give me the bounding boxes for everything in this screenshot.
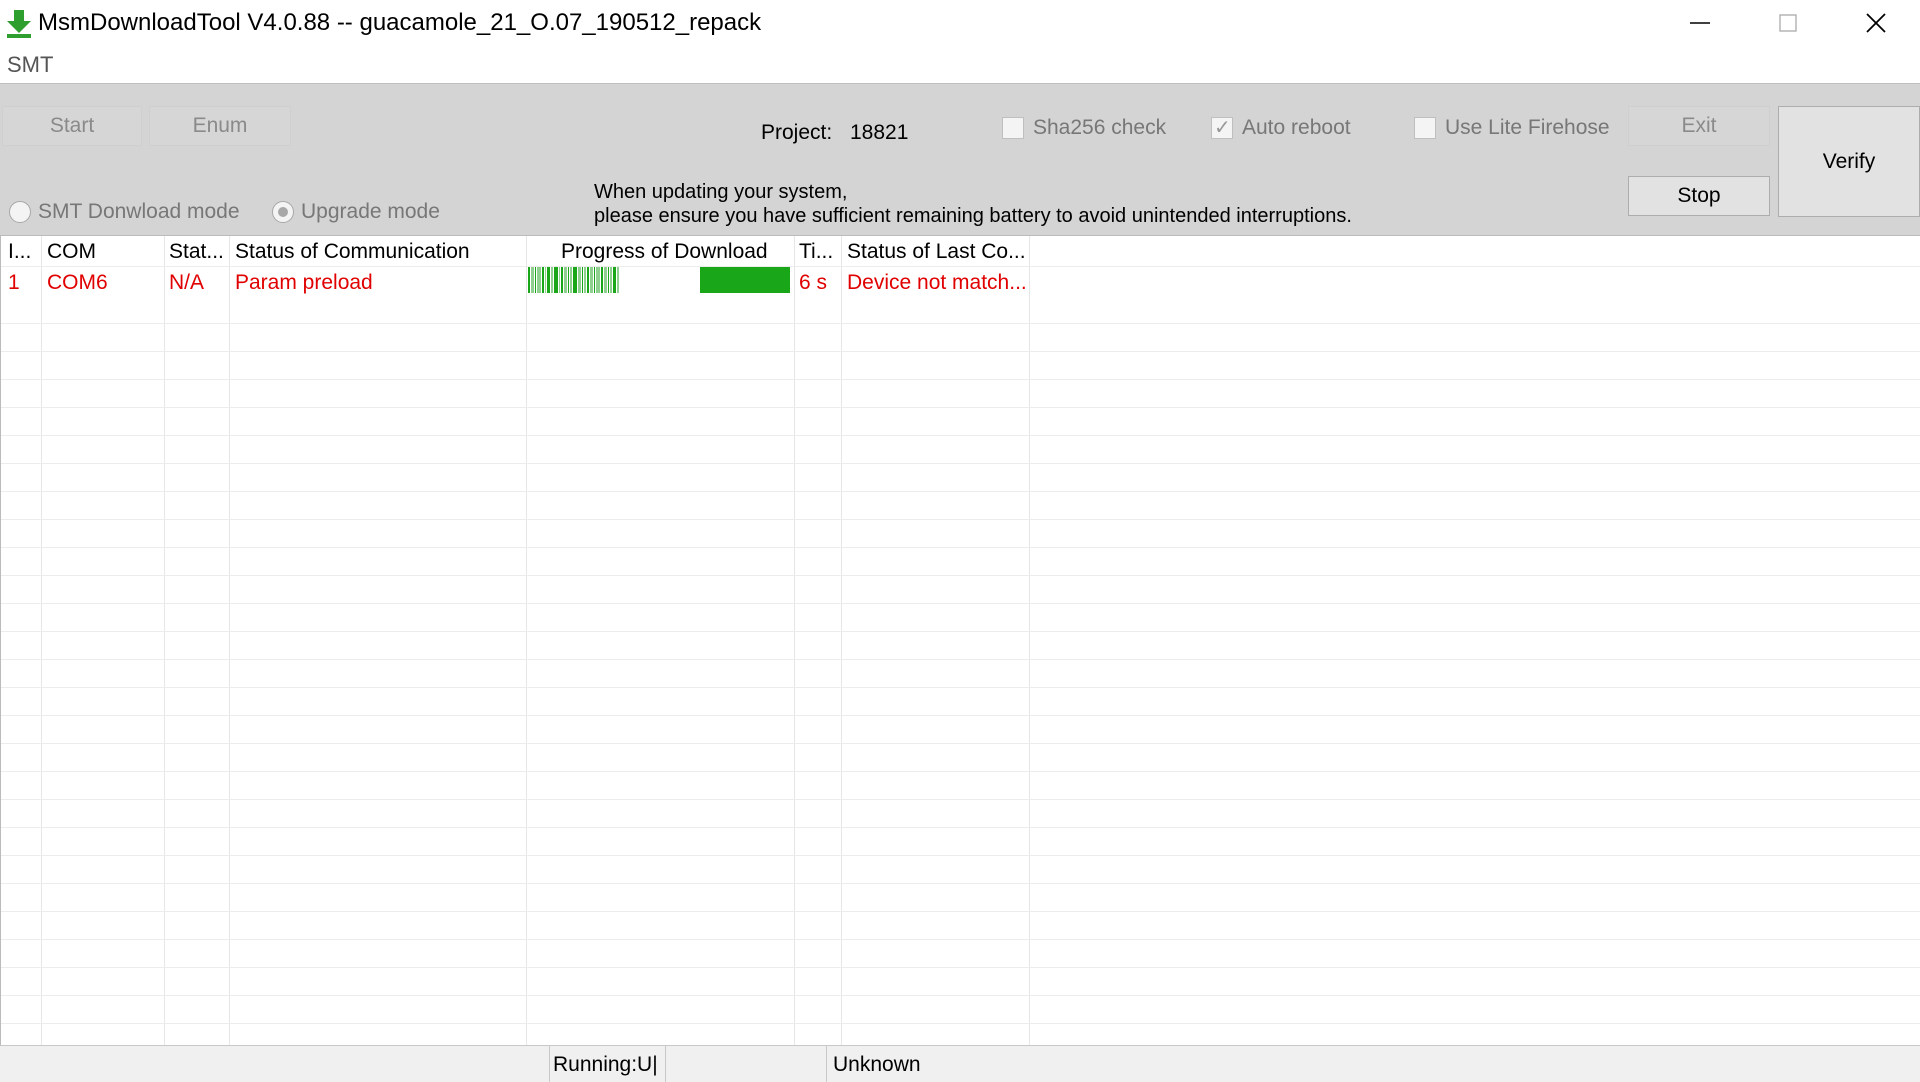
- download-arrow-icon: [7, 10, 31, 38]
- progress-stripe: [613, 267, 616, 293]
- col-header-stat[interactable]: Stat...: [169, 240, 224, 264]
- progress-stripe: [570, 267, 572, 293]
- smt-mode-radio-dot[interactable]: [9, 201, 31, 223]
- col-header-index[interactable]: I...: [8, 240, 31, 264]
- progress-stripe: [564, 267, 567, 293]
- progress-stripe: [547, 267, 550, 293]
- auto-reboot-label: Auto reboot: [1242, 116, 1351, 139]
- progress-stripe: [587, 267, 589, 293]
- lite-firehose-checkbox[interactable]: [1414, 117, 1436, 139]
- battery-notice: When updating your system, please ensure…: [594, 180, 1352, 228]
- smt-download-mode-radio[interactable]: SMT Donwload mode: [9, 200, 240, 224]
- project-value: 18821: [850, 121, 909, 144]
- row-1-stat: N/A: [169, 271, 205, 294]
- maximize-icon: [1779, 14, 1797, 32]
- progress-stripe: [559, 267, 560, 293]
- progress-stripe: [617, 267, 619, 293]
- progress-stripe: [545, 267, 546, 293]
- status-running: Running:U|: [553, 1053, 658, 1076]
- progress-stripe: [601, 267, 603, 293]
- notice-line-2: please ensure you have sufficient remain…: [594, 205, 1352, 227]
- status-state: Unknown: [833, 1053, 921, 1076]
- progress-stripe: [594, 267, 595, 293]
- upgrade-mode-radio[interactable]: Upgrade mode: [272, 200, 440, 224]
- close-button[interactable]: [1832, 0, 1920, 46]
- upgrade-mode-radio-dot[interactable]: [272, 201, 294, 223]
- minimize-icon: [1690, 22, 1710, 24]
- stop-button[interactable]: Stop: [1628, 176, 1770, 216]
- col-header-last-status[interactable]: Status of Last Co...: [847, 240, 1026, 264]
- row-1-time: 6 s: [799, 271, 828, 294]
- progress-stripe: [590, 267, 593, 293]
- window-title: MsmDownloadTool V4.0.88 -- guacamole_21_…: [38, 9, 762, 36]
- auto-reboot-checkbox[interactable]: [1211, 115, 1233, 140]
- menu-item-smt[interactable]: SMT: [7, 52, 53, 78]
- progress-stripe: [542, 267, 544, 293]
- progress-stripe: [535, 267, 536, 293]
- progress-stripe: [561, 267, 563, 293]
- row-1-communication: Param preload: [235, 271, 373, 294]
- verify-button[interactable]: Verify: [1778, 106, 1920, 217]
- title-bar: MsmDownloadTool V4.0.88 -- guacamole_21_…: [0, 0, 1920, 46]
- progress-stripe: [582, 267, 583, 293]
- close-icon: [1866, 13, 1886, 33]
- progress-stripe: [610, 267, 612, 293]
- progress-stripe: [573, 267, 577, 293]
- progress-stripe: [584, 267, 586, 293]
- progress-stripe: [604, 267, 607, 293]
- exit-button[interactable]: Exit: [1628, 106, 1770, 146]
- row-1-com: COM6: [47, 271, 108, 294]
- progress-stripe: [531, 267, 534, 293]
- enum-button[interactable]: Enum: [149, 106, 291, 146]
- start-button[interactable]: Start: [2, 106, 142, 146]
- maximize-button[interactable]: [1744, 0, 1832, 46]
- progress-stripe: [608, 267, 609, 293]
- lite-firehose-label: Use Lite Firehose: [1445, 116, 1610, 139]
- auto-reboot-check[interactable]: Auto reboot: [1211, 115, 1351, 140]
- upgrade-mode-label: Upgrade mode: [301, 200, 440, 223]
- col-header-com[interactable]: COM: [47, 240, 96, 264]
- sha256-check[interactable]: Sha256 check: [1002, 116, 1166, 140]
- progress-stripe: [568, 267, 569, 293]
- progress-stripe: [537, 267, 541, 293]
- progress-striped-segment: [528, 267, 790, 293]
- col-header-progress[interactable]: Progress of Download: [561, 240, 768, 264]
- row-1-last-status: Device not match...: [847, 271, 1027, 294]
- progress-stripe: [596, 267, 600, 293]
- progress-stripe: [551, 267, 553, 293]
- minimize-button[interactable]: [1656, 0, 1744, 46]
- smt-mode-label: SMT Donwload mode: [38, 200, 240, 223]
- progress-stripe: [528, 267, 530, 293]
- notice-line-1: When updating your system,: [594, 181, 848, 203]
- device-table: I... COM Stat... Status of Communication…: [0, 235, 1920, 1046]
- lite-firehose-check[interactable]: Use Lite Firehose: [1414, 116, 1610, 140]
- toolbar: Start Enum Project: 18821 Sha256 check A…: [0, 83, 1920, 236]
- sha256-checkbox[interactable]: [1002, 117, 1024, 139]
- progress-stripe: [554, 267, 558, 293]
- status-bar: Running:U| Unknown: [0, 1045, 1920, 1082]
- row-1-index: 1: [8, 271, 20, 294]
- progress-stripe: [578, 267, 581, 293]
- col-header-communication[interactable]: Status of Communication: [235, 240, 470, 264]
- sha256-label: Sha256 check: [1033, 116, 1167, 139]
- row-1-progress-bar: [528, 267, 792, 293]
- project-label: Project:: [761, 121, 833, 144]
- col-header-time[interactable]: Ti...: [799, 240, 833, 264]
